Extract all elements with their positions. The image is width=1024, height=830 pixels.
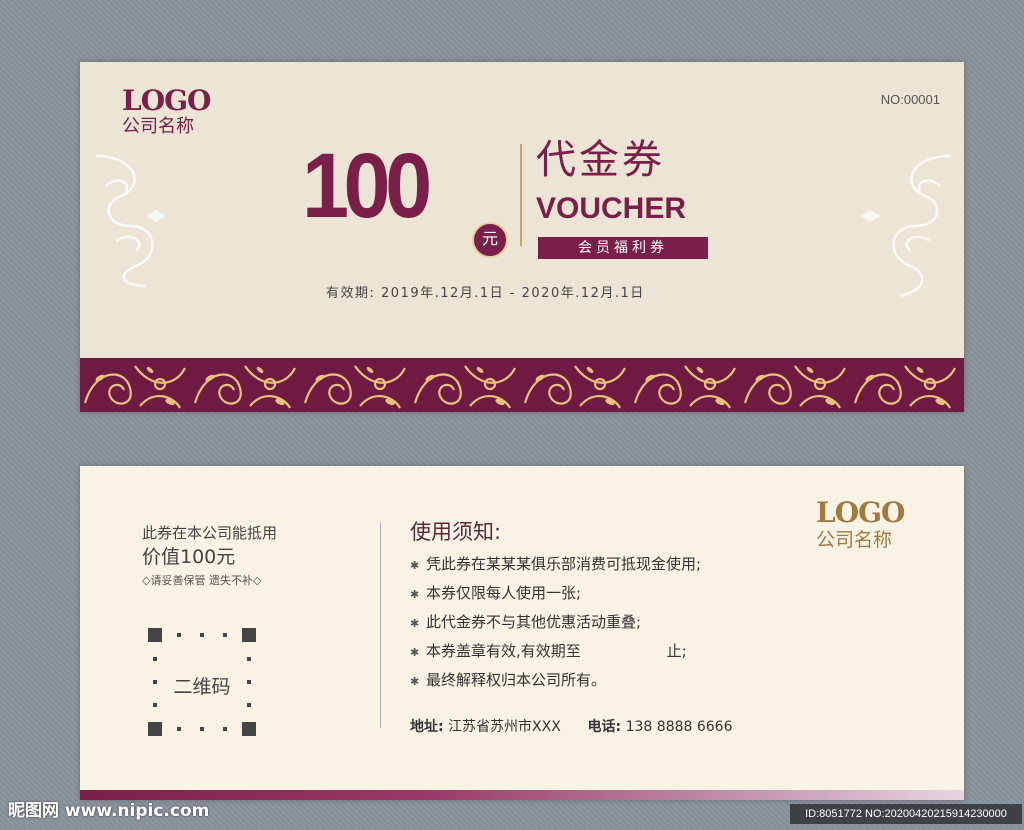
floral-pattern-icon [80, 358, 964, 412]
back-logo: LOGO 公司名称 [816, 496, 905, 552]
rule-item: ✱ 凭此券在某某某俱乐部消费可抵现金使用; [410, 550, 701, 579]
phone-value: 138 8888 6666 [625, 719, 733, 735]
logo-mark: LOGO [816, 496, 905, 529]
left-swirl-ornament-icon [95, 154, 166, 288]
logo-mark: LOGO [122, 84, 211, 117]
address-label: 地址: [410, 719, 444, 735]
rule-item: ✱ 最终解释权归本公司所有。 [410, 666, 701, 695]
image-id-watermark: ID:8051772 NO:20200420215914230000 [790, 804, 1022, 824]
value-note: 价值100元 [142, 546, 236, 568]
rule-item: ✱ 本券仅限每人使用一张; [410, 579, 701, 608]
voucher-title-cn: 代金券 [536, 137, 665, 183]
bottom-accent-strip [80, 790, 964, 800]
title-divider [520, 144, 522, 246]
serial-number: NO:00001 [880, 92, 940, 107]
notice-title: 使用须知: [410, 520, 502, 544]
member-badge: 会员福利券 [538, 237, 708, 259]
site-watermark: 昵图网 www.nipic.com [8, 801, 210, 821]
right-swirl-ornament-icon [860, 154, 951, 298]
redeem-note: 此券在本公司能抵用 [142, 524, 278, 542]
voucher-amount: 100 [302, 135, 432, 237]
bullet-icon: ✱ [410, 617, 420, 630]
bullet-icon: ✱ [410, 675, 420, 688]
bullet-icon: ✱ [410, 588, 420, 601]
rule-item: ✱ 本券盖章有效,有效期至 止; [410, 637, 701, 666]
phone-label: 电话: [587, 719, 622, 735]
qr-code-label: 二维码 [173, 676, 231, 698]
usage-rules: ✱ 凭此券在某某某俱乐部消费可抵现金使用; ✱ 本券仅限每人使用一张; ✱ 此代金券不… [410, 550, 701, 695]
keep-safe-note: ◇请妥善保管 遗失不补◇ [142, 574, 262, 587]
voucher-back: 此券在本公司能抵用 价值100元 ◇请妥善保管 遗失不补◇ 二维码 使用须知: … [80, 466, 964, 800]
currency-badge: 元 [472, 222, 508, 258]
company-name: 公司名称 [816, 529, 893, 551]
address-value: 江苏省苏州市XXX [448, 719, 561, 735]
ornamental-band [80, 358, 964, 412]
voucher-front: LOGO 公司名称 NO:00001 100 元 代金券 VOUCHER 会员福… [80, 62, 964, 412]
front-logo: LOGO 公司名称 [122, 84, 211, 138]
voucher-title-en: VOUCHER [536, 192, 687, 225]
bullet-icon: ✱ [410, 559, 420, 572]
bullet-icon: ✱ [410, 646, 420, 659]
vertical-divider [380, 522, 381, 728]
company-name: 公司名称 [122, 116, 194, 137]
validity-period: 有效期: 2019年.12月.1日 - 2020年.12月.1日 [326, 286, 645, 301]
contact-info: 地址: 江苏省苏州市XXX 电话: 138 8888 6666 [410, 716, 733, 736]
rule-item: ✱ 此代金券不与其他优惠活动重叠; [410, 608, 701, 637]
